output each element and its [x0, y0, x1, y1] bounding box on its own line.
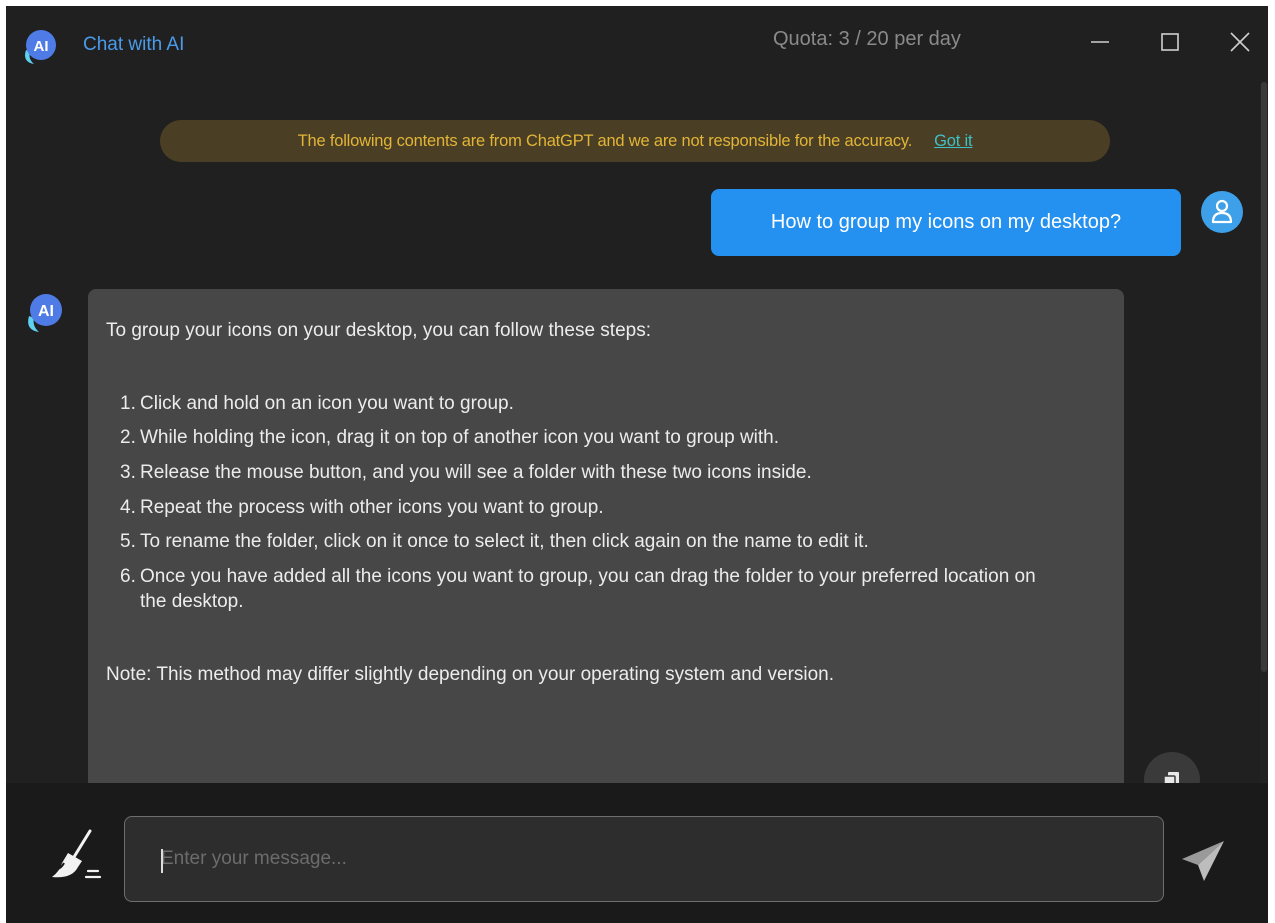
chat-window: AI Chat with AI Quota: 3 / 20 per day Th… — [6, 6, 1268, 923]
list-item: 2. While holding the icon, drag it on top… — [120, 426, 1106, 451]
step-text: To rename the folder, click on it once t… — [140, 531, 869, 553]
close-icon — [1230, 32, 1250, 52]
step-number: 5. — [120, 531, 136, 553]
ai-steps-list: 1. Click and hold on an icon you want to … — [106, 392, 1106, 615]
logo-label: AI — [34, 38, 49, 55]
title-bar[interactable]: AI Chat with AI Quota: 3 / 20 per day — [6, 6, 1268, 78]
minimize-icon — [1091, 41, 1109, 43]
got-it-link[interactable]: Got it — [934, 132, 972, 151]
step-number: 6. — [120, 566, 136, 588]
avatar-label: AI — [38, 303, 54, 320]
step-number: 2. — [120, 427, 136, 449]
user-message: How to group my icons on my desktop? — [711, 189, 1181, 256]
step-number: 4. — [120, 496, 136, 518]
quota-label: Quota: 3 / 20 per day — [773, 28, 961, 50]
chat-scrollbar[interactable] — [1260, 82, 1268, 788]
close-button[interactable] — [1216, 20, 1264, 64]
disclaimer-banner: The following contents are from ChatGPT … — [160, 120, 1110, 162]
maximize-icon — [1161, 33, 1179, 51]
step-text: Click and hold on an icon you want to gr… — [140, 392, 514, 414]
ai-message: To group your icons on your desktop, you… — [88, 289, 1124, 829]
ai-chat-logo-icon: AI — [25, 30, 56, 64]
list-item: 6. Once you have added all the icons you … — [120, 565, 1106, 614]
step-number: 1. — [120, 392, 136, 414]
step-text: Release the mouse button, and you will s… — [140, 462, 812, 484]
text-cursor — [161, 849, 163, 873]
ai-intro-text: To group your icons on your desktop, you… — [106, 320, 651, 341]
user-icon — [1201, 191, 1243, 233]
message-input[interactable] — [124, 816, 1164, 902]
maximize-button[interactable] — [1146, 20, 1194, 64]
list-item: 5. To rename the folder, click on it once… — [120, 530, 1106, 555]
step-text: Repeat the process with other icons you … — [140, 496, 604, 518]
send-icon — [1182, 841, 1224, 881]
list-item: 1. Click and hold on an icon you want to … — [120, 392, 1106, 417]
ai-avatar-icon: AI — [28, 294, 62, 332]
scroll-thumb[interactable] — [1261, 82, 1267, 672]
input-area — [6, 783, 1268, 923]
step-text: While holding the icon, drag it on top o… — [140, 427, 780, 449]
app-title: Chat with AI — [83, 34, 185, 55]
minimize-button[interactable] — [1076, 20, 1124, 64]
clear-chat-button[interactable] — [44, 827, 108, 893]
list-item: 4. Repeat the process with other icons yo… — [120, 496, 1106, 521]
step-number: 3. — [120, 462, 136, 484]
ai-note-text: Note: This method may differ slightly de… — [106, 663, 835, 685]
send-button[interactable] — [1176, 835, 1232, 887]
disclaimer-text: The following contents are from ChatGPT … — [297, 131, 913, 150]
broom-icon — [52, 829, 102, 879]
step-text: Once you have added all the icons you wa… — [140, 566, 1036, 612]
list-item: 3. Release the mouse button, and you will… — [120, 461, 1106, 486]
